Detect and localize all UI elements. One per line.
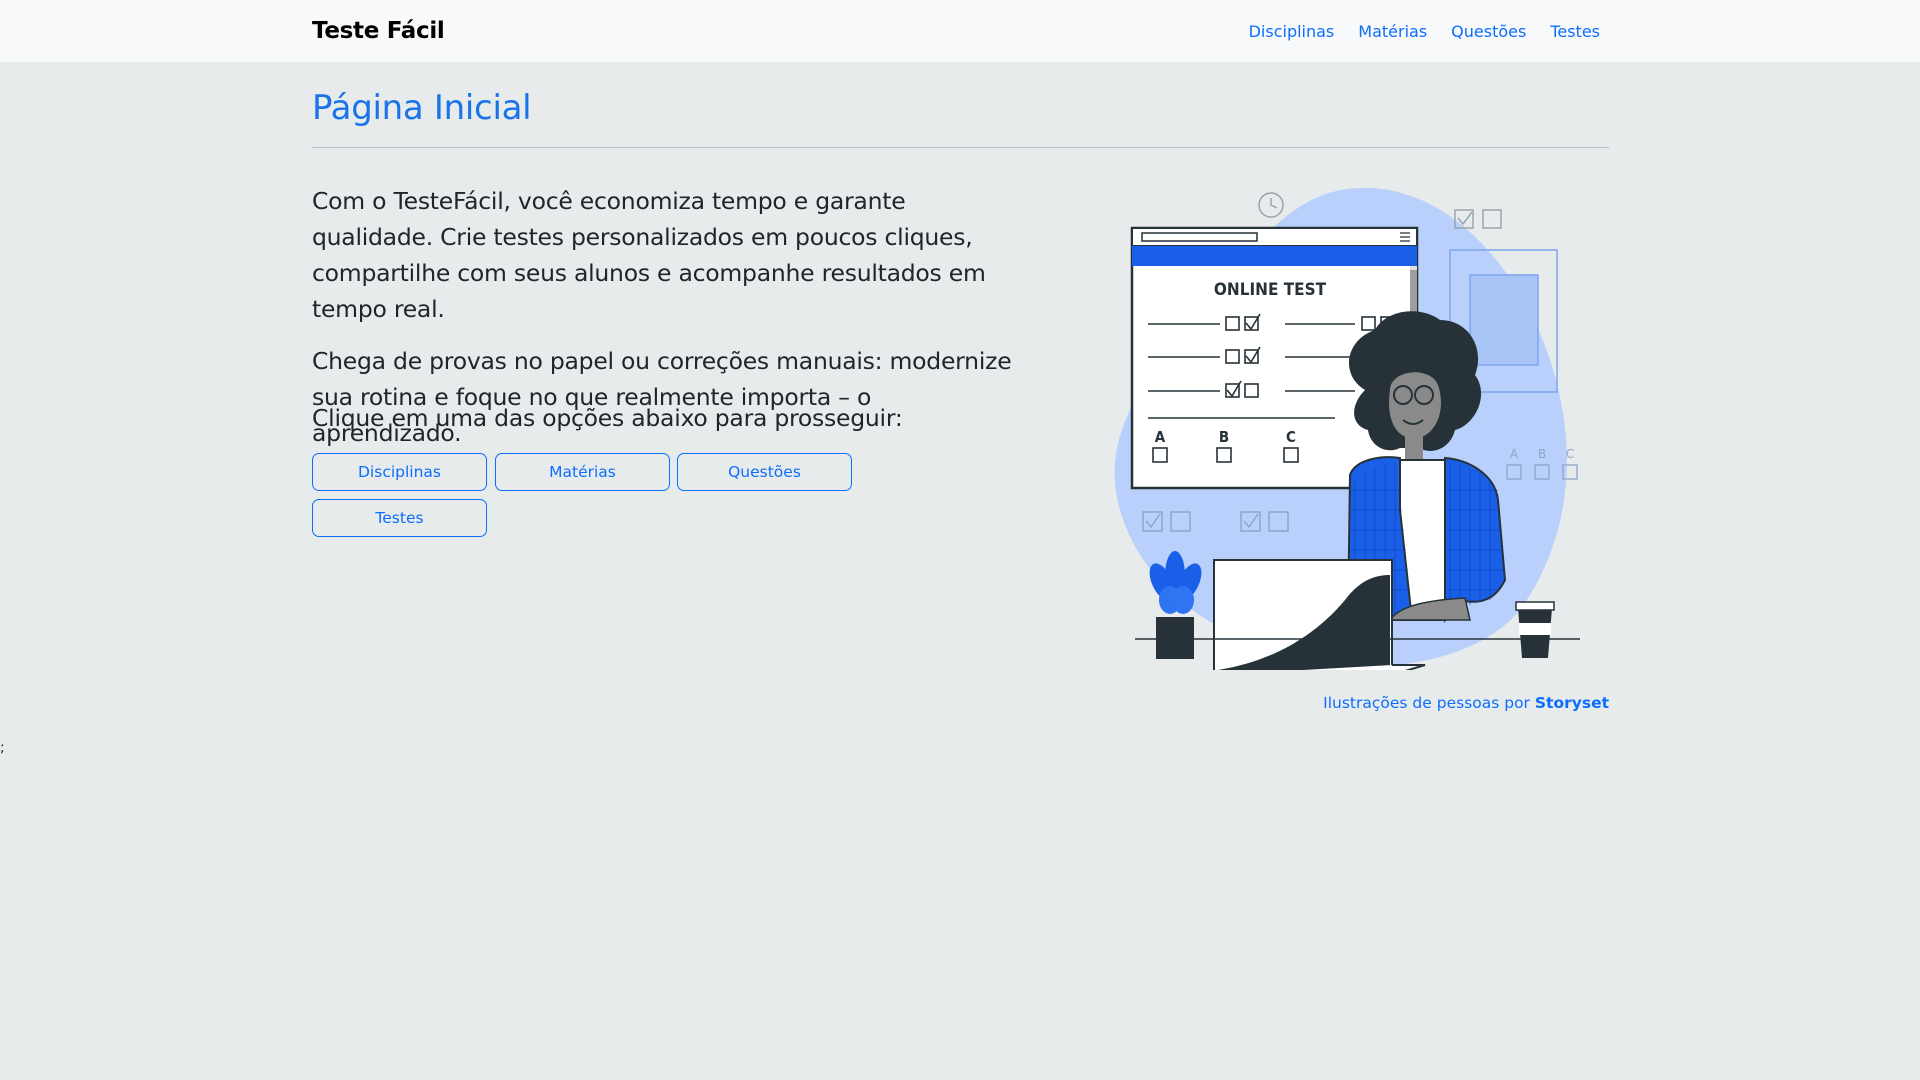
questoes-button[interactable]: Questões <box>677 453 852 491</box>
intro-paragraph-2: Chega de provas no papel ou correções ma… <box>312 347 1012 447</box>
illustration-credit: Ilustrações de pessoas por Storyset <box>1323 694 1609 712</box>
testes-button[interactable]: Testes <box>312 499 487 537</box>
option-label-a: A <box>1155 428 1166 446</box>
navbar: Teste Fácil Disciplinas Matérias Questõe… <box>0 0 1920 62</box>
storyset-link[interactable]: Storyset <box>1535 694 1609 712</box>
nav-links: Disciplinas Matérias Questões Testes <box>1249 22 1600 41</box>
side-option-c: C <box>1566 447 1574 461</box>
option-label-b: B <box>1219 428 1229 446</box>
options-prompt: Clique em uma das opções abaixo para pro… <box>312 404 903 432</box>
online-test-illustration: ONLINE TEST A B C A B C <box>1114 187 1580 670</box>
option-label-c: C <box>1286 428 1296 446</box>
disciplinas-button[interactable]: Disciplinas <box>312 453 487 491</box>
nav-link-materias[interactable]: Matérias <box>1358 22 1427 41</box>
nav-link-disciplinas[interactable]: Disciplinas <box>1249 22 1335 41</box>
coffee-cup-icon <box>1515 601 1555 658</box>
credit-text: Ilustrações de pessoas por <box>1323 694 1530 712</box>
side-option-b: B <box>1538 447 1546 461</box>
intro-paragraph-1: Com o TesteFácil, você economiza tempo e… <box>312 187 986 323</box>
frame-decoration <box>1469 274 1539 366</box>
nav-link-testes[interactable]: Testes <box>1550 22 1600 41</box>
test-title: ONLINE TEST <box>1214 280 1327 300</box>
title-divider <box>312 147 1609 148</box>
page-title: Página Inicial <box>312 88 532 128</box>
side-option-a: A <box>1510 447 1519 461</box>
brand-logo[interactable]: Teste Fácil <box>312 18 445 44</box>
stray-text: ; <box>0 740 5 756</box>
nav-link-questoes[interactable]: Questões <box>1451 22 1526 41</box>
materias-button[interactable]: Matérias <box>495 453 670 491</box>
window-header-bar <box>1132 246 1417 266</box>
